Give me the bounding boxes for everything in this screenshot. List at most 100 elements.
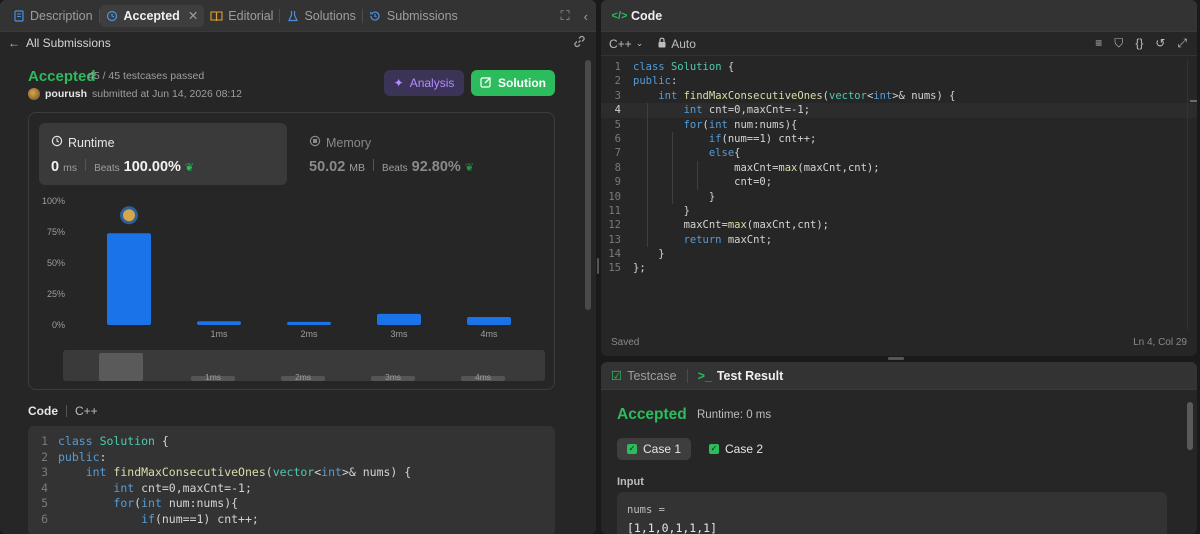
code-editor[interactable]: 1 class Solution {2 public: 3 int findMaxCo… xyxy=(601,60,1197,330)
tab-editorial[interactable]: Editorial xyxy=(204,5,279,27)
share-link-icon[interactable] xyxy=(573,35,586,51)
line-number: 14 xyxy=(608,248,621,261)
case-1-button[interactable]: ✓ Case 1 xyxy=(617,438,692,460)
performance-card: Runtime 0 ms Beats 100.00% ❦ Memory 50.0… xyxy=(28,112,555,390)
editor-line: 8 maxCnt=max(maxCnt,cnt); xyxy=(601,160,1197,176)
solution-button[interactable]: Solution xyxy=(471,70,555,96)
format-lines-icon[interactable]: ≡ xyxy=(1095,36,1102,51)
line-number: 3 xyxy=(41,465,48,480)
vertical-resize-handle[interactable] xyxy=(596,258,600,274)
flask-icon xyxy=(286,9,299,22)
submitted-code[interactable]: 1 class Solution {2 public: 3 int findMaxCo… xyxy=(28,426,555,534)
code-line: 1 class Solution { xyxy=(28,434,555,450)
case-2-button[interactable]: ✓ Case 2 xyxy=(699,438,773,460)
line-number: 6 xyxy=(41,511,48,526)
editor-line: 4 int cnt=0,maxCnt=-1; xyxy=(601,103,1197,118)
code-text: int cnt=0,maxCnt=-1; xyxy=(683,104,811,117)
avatar[interactable] xyxy=(28,88,40,100)
indent-guide xyxy=(647,103,648,118)
test-tabbar: ☑ Testcase >_ Test Result xyxy=(601,362,1197,390)
scroll-marker xyxy=(1190,100,1197,102)
leaf-icon: ❦ xyxy=(184,162,195,174)
reset-icon[interactable]: ↺ xyxy=(1155,36,1165,51)
cursor-position: Ln 4, Col 29 xyxy=(1133,336,1187,348)
editor-line: 14 } xyxy=(601,247,1197,261)
code-text: class Solution { xyxy=(58,434,169,448)
editor-status-bar: Saved Ln 4, Col 29 xyxy=(601,334,1197,350)
editor-line: 15}; xyxy=(601,261,1197,275)
code-text: class Solution { xyxy=(633,61,735,73)
input-value: [1,1,0,1,1,1] xyxy=(627,521,718,534)
beats-label: Beats xyxy=(94,163,120,174)
horizontal-resize-handle[interactable] xyxy=(888,357,904,360)
editor-line: 2 public: xyxy=(601,74,1197,88)
fullscreen-icon[interactable]: ⤢ xyxy=(1177,36,1187,51)
clock-history-icon xyxy=(106,9,119,22)
save-status: Saved xyxy=(611,336,640,348)
editor-scrollbar[interactable] xyxy=(1187,60,1197,330)
indent-guide xyxy=(672,131,674,147)
code-text: else{ xyxy=(708,147,741,160)
collapse-icon[interactable]: ‹ xyxy=(584,9,588,24)
line-number: 4 xyxy=(41,480,48,495)
tab-description[interactable]: Description xyxy=(6,5,99,27)
tab-code[interactable]: </> Code xyxy=(607,5,668,27)
scroll-thumb[interactable] xyxy=(585,60,591,310)
header-divider xyxy=(66,405,67,417)
memory-unit: MB xyxy=(349,162,366,174)
line-number: 4 xyxy=(614,104,621,117)
scroll-thumb[interactable] xyxy=(1187,402,1193,450)
check-icon: ✓ xyxy=(709,444,719,454)
code-text: if(num==1) cnt++; xyxy=(708,132,817,145)
chart-bar xyxy=(287,321,331,325)
test-scrollbar[interactable] xyxy=(1187,402,1193,532)
tab-solutions[interactable]: Solutions xyxy=(280,5,361,27)
auto-mode-toggle[interactable]: Auto xyxy=(657,37,696,51)
runtime-box[interactable]: Runtime 0 ms Beats 100.00% ❦ xyxy=(39,123,287,185)
line-number: 2 xyxy=(614,75,621,88)
memory-box[interactable]: Memory 50.02 MB Beats 92.80% ❦ xyxy=(297,123,545,185)
leaf-icon: ❦ xyxy=(464,162,475,174)
all-submissions-link[interactable]: All Submissions xyxy=(26,36,111,50)
runtime-number: 0 xyxy=(51,159,60,175)
language-select[interactable]: C++ ⌄ xyxy=(609,37,643,51)
editor-line: 7 else{ xyxy=(601,146,1197,161)
indent-guide xyxy=(647,218,648,233)
braces-icon[interactable]: {} xyxy=(1135,36,1143,51)
left-scrollbar[interactable] xyxy=(585,56,591,534)
indent-guide xyxy=(647,175,648,190)
back-arrow-icon[interactable]: ← xyxy=(8,36,20,50)
indent-guide xyxy=(672,175,674,190)
chart-bar xyxy=(377,313,421,325)
testcases-passed: 45 / 45 testcases passed xyxy=(88,70,205,82)
code-text: maxCnt=max(maxCnt,cnt); xyxy=(633,161,880,174)
line-number: 6 xyxy=(614,132,621,145)
editor-line: 12 maxCnt=max(maxCnt,cnt); xyxy=(601,218,1197,233)
code-text: } xyxy=(633,204,690,217)
sparkle-icon: ✦ xyxy=(393,76,404,90)
line-number: 12 xyxy=(608,219,621,232)
editor-line: 13 return maxCnt; xyxy=(601,232,1197,248)
runtime-label: Runtime xyxy=(51,135,115,150)
indent-guide xyxy=(672,189,674,204)
maximize-icon[interactable]: ⛶ xyxy=(561,8,570,24)
indent-guide xyxy=(672,160,674,176)
code-tabbar: </> Code xyxy=(601,0,1197,32)
memory-beats-percent: 92.80% xyxy=(411,159,461,175)
code-text: if(num==1) cnt++; xyxy=(141,511,259,526)
analysis-button[interactable]: ✦ Analysis xyxy=(384,70,464,96)
tab-test-result[interactable]: >_ Test Result xyxy=(698,369,784,383)
tab-accepted[interactable]: Accepted ✕ xyxy=(99,4,205,27)
submission-subnav: ← All Submissions xyxy=(0,32,596,54)
chart-bar xyxy=(107,233,151,325)
tab-submissions[interactable]: Submissions xyxy=(363,5,464,27)
indent-guide xyxy=(647,232,648,248)
username[interactable]: pourush xyxy=(45,88,87,100)
bookmark-icon[interactable]: ⛉ xyxy=(1114,36,1123,51)
close-tab-icon[interactable]: ✕ xyxy=(188,8,198,23)
code-text: int findMaxConsecutiveOnes(vector<int>& … xyxy=(658,89,956,102)
test-runtime: Runtime: 0 ms xyxy=(697,409,772,421)
tab-testcase[interactable]: ☑ Testcase xyxy=(611,368,677,384)
left-panel-controls: ⛶ ‹ xyxy=(561,0,588,32)
test-status: Accepted xyxy=(617,406,687,423)
